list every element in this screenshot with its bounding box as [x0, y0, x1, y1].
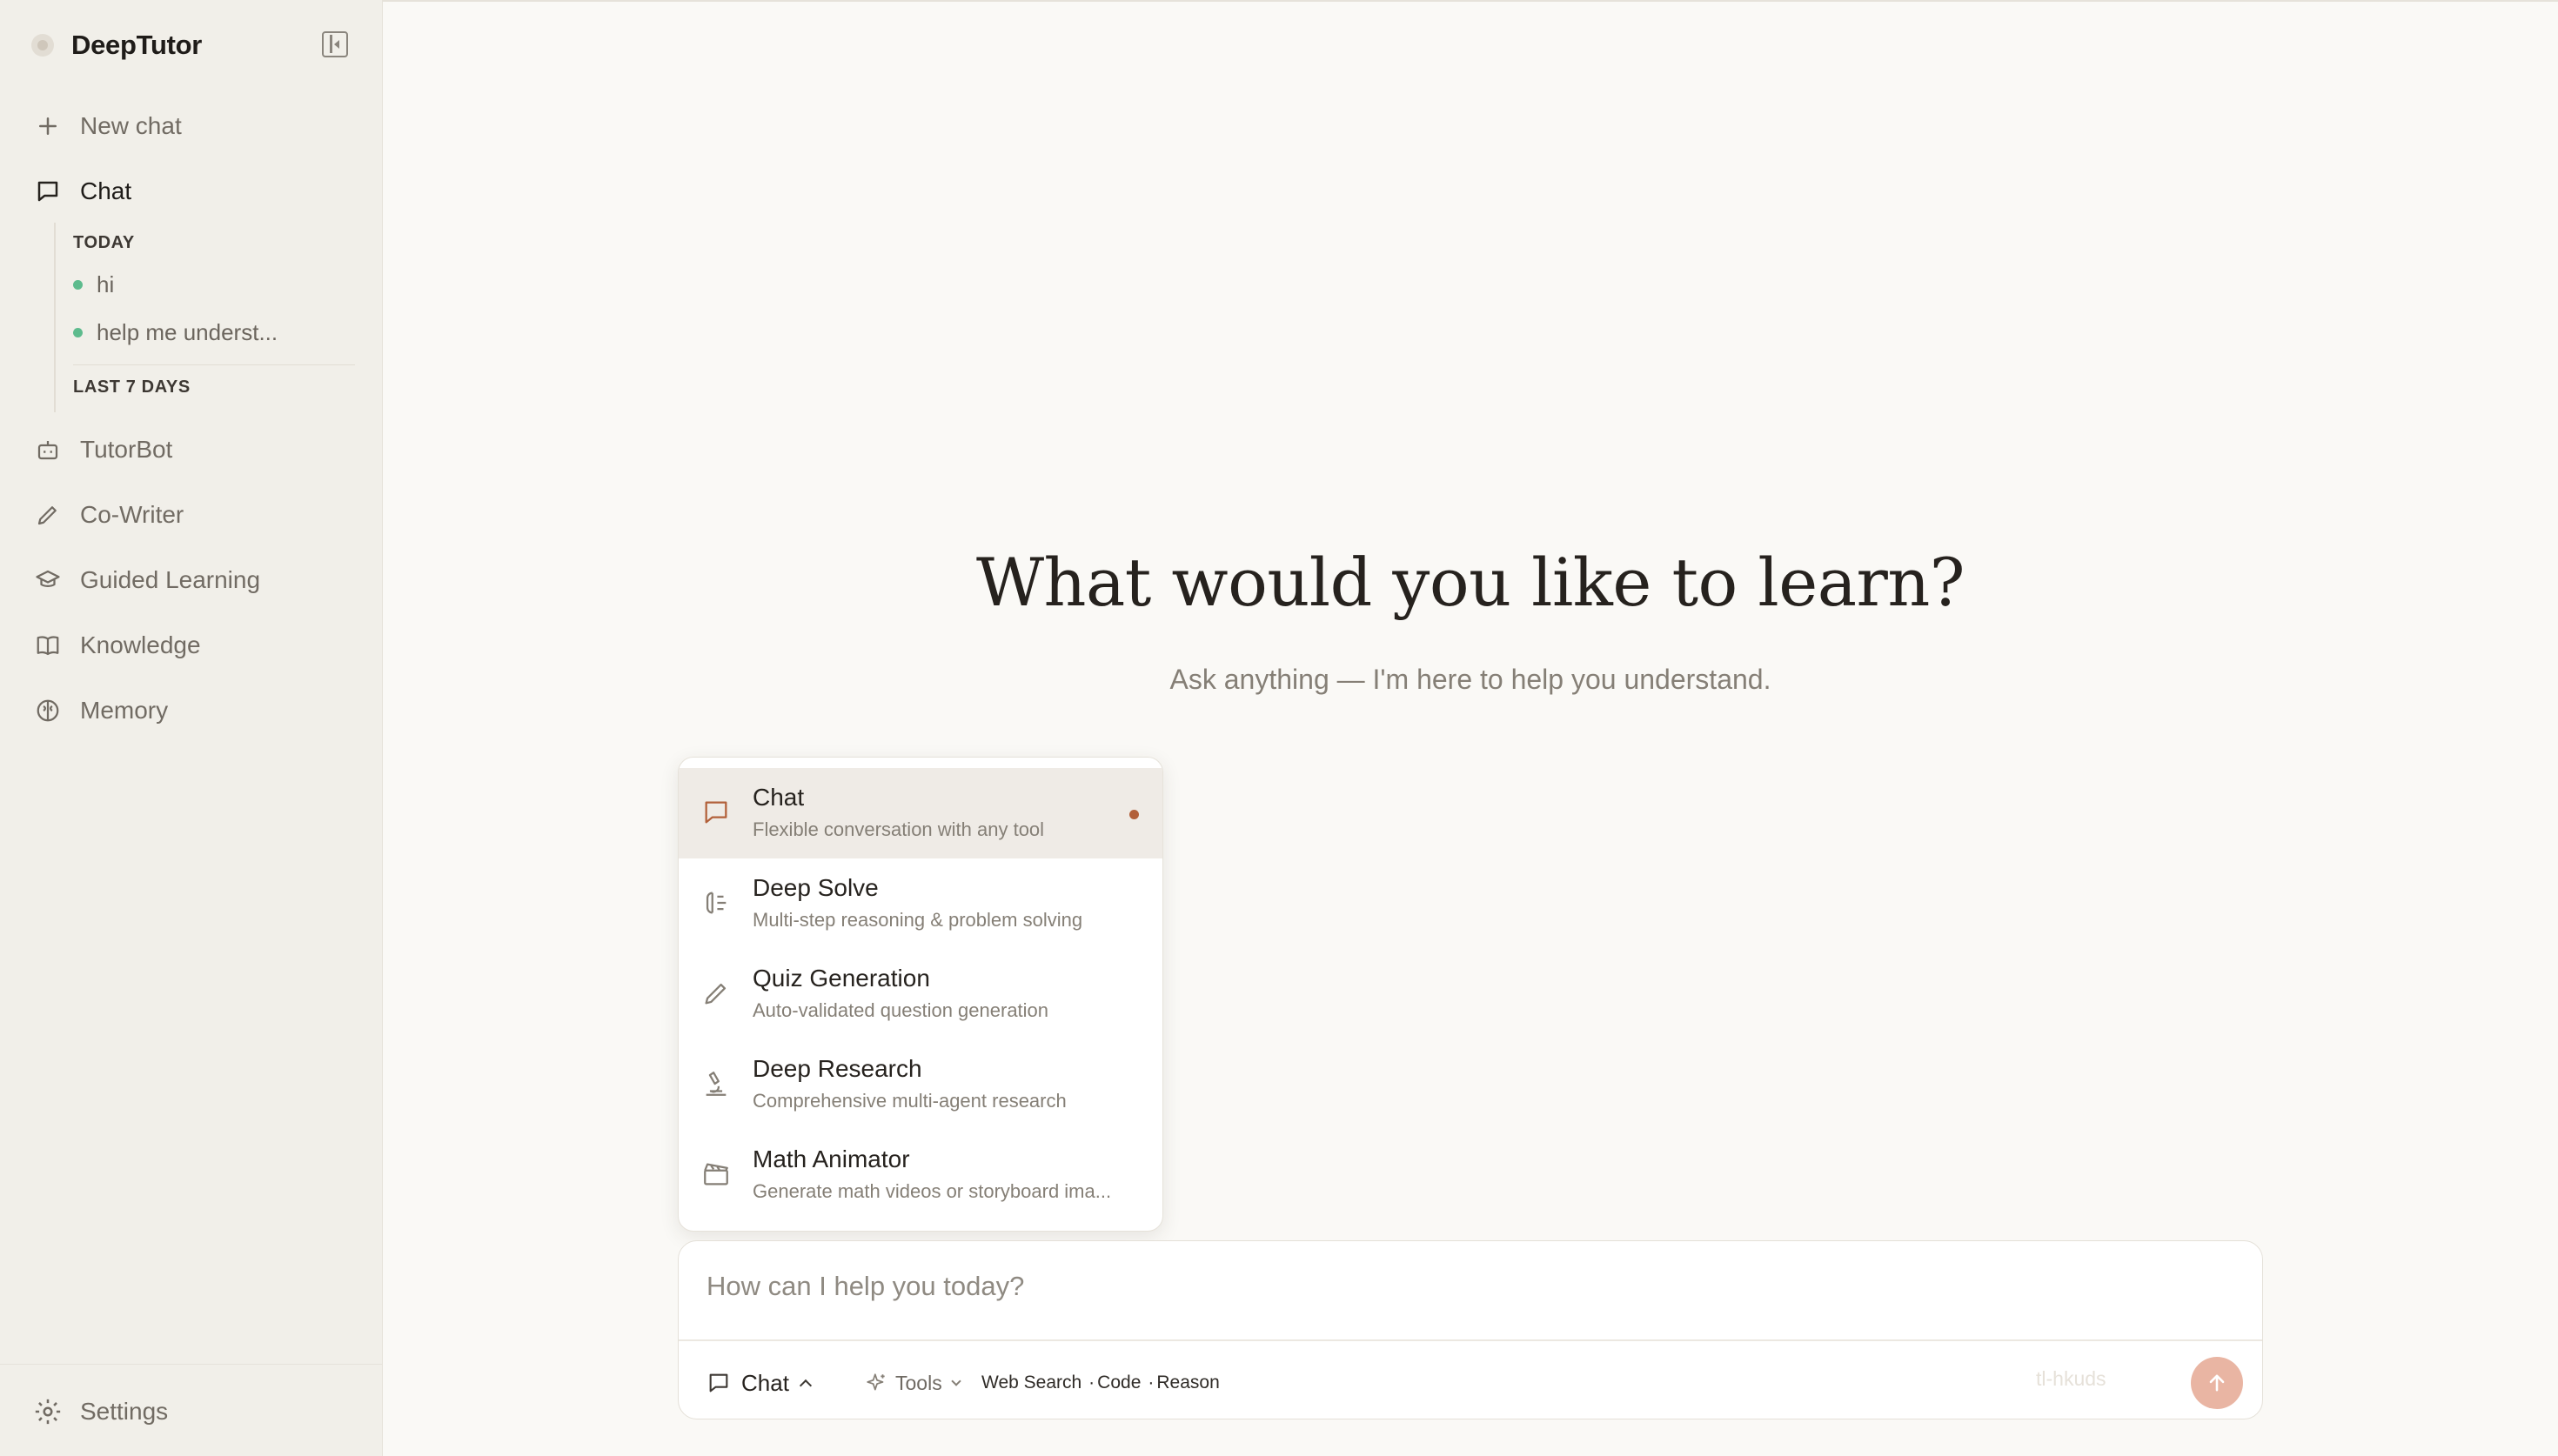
mode-dropdown: Chat Flexible conversation with any tool… [678, 757, 1163, 1232]
brand[interactable]: DeepTutor [31, 28, 202, 63]
robot-icon [33, 435, 63, 464]
history-group-last-7-days: LAST 7 DAYS [73, 377, 191, 397]
divider [73, 364, 355, 365]
gear-icon [33, 1397, 63, 1426]
mode-title: Deep Research [753, 1055, 922, 1082]
sidebar-item-label: Co-Writer [80, 501, 184, 528]
tool-chip: Web Search [981, 1373, 1082, 1393]
settings-button[interactable]: Settings [33, 1390, 168, 1433]
brain-icon [701, 888, 731, 918]
clapperboard-icon [701, 1159, 731, 1189]
sidebar: DeepTutor New chat Chat TODAY hi help me… [0, 0, 383, 1456]
chat-icon [709, 1373, 728, 1393]
brain-icon [33, 696, 63, 725]
settings-label: Settings [80, 1398, 169, 1425]
history-group-today: TODAY [73, 233, 135, 252]
chat-icon [701, 798, 731, 827]
message-input[interactable]: How can I help you today? [706, 1271, 1024, 1302]
mode-title: Deep Solve [753, 874, 879, 901]
divider [679, 1339, 2262, 1341]
sidebar-item-memory[interactable]: Memory [33, 689, 168, 732]
pencil-icon [701, 978, 731, 1008]
selected-indicator [1129, 810, 1139, 819]
pen-icon [33, 500, 63, 530]
chevron-down-icon [951, 1375, 961, 1386]
sparkles-icon [867, 1373, 885, 1391]
history-item-label: help me underst... [97, 319, 278, 345]
mode-option-quiz-generation[interactable]: Quiz Generation Auto-validated question … [679, 949, 1162, 1039]
status-dot [73, 280, 83, 290]
history-item-label: hi [97, 271, 115, 297]
mode-option-deep-research[interactable]: Deep Research Comprehensive multi-agent … [679, 1039, 1162, 1130]
page-subtitle: Ask anything — I'm here to help you unde… [1169, 664, 1771, 695]
sidebar-item-guided-learning[interactable]: Guided Learning [33, 558, 260, 602]
microscope-icon [701, 1069, 731, 1099]
mode-description: Comprehensive multi-agent research [753, 1090, 1067, 1112]
mode-description: Auto-validated question generation [753, 999, 1049, 1021]
mode-title: Math Animator [753, 1145, 910, 1172]
sidebar-item-tutorbot[interactable]: TutorBot [33, 428, 172, 471]
new-chat-button[interactable]: New chat [33, 104, 182, 148]
mode-selector-label: Chat [741, 1369, 789, 1396]
enabled-tools: Web Search Code Reason [981, 1366, 1220, 1400]
mode-selector-button[interactable]: Chat [706, 1366, 812, 1400]
sidebar-item-label: Memory [80, 697, 169, 724]
mode-title: Chat [753, 784, 805, 811]
mode-description: Generate math videos or storyboard ima..… [753, 1180, 1112, 1202]
graduation-cap-icon [33, 565, 63, 595]
tool-chip: Reason [1141, 1373, 1219, 1393]
mode-option-chat[interactable]: Chat Flexible conversation with any tool [679, 768, 1162, 858]
tool-chip: Code [1081, 1373, 1141, 1393]
model-hint: tl-hkuds [2036, 1367, 2106, 1390]
deeptutor-logo-icon [31, 34, 54, 57]
sidebar-item-label: TutorBot [80, 436, 173, 463]
sidebar-item-knowledge[interactable]: Knowledge [33, 624, 201, 667]
chevron-up-icon [799, 1379, 812, 1392]
arrow-up-icon [2209, 1374, 2225, 1392]
collapse-sidebar-icon[interactable] [322, 31, 348, 57]
new-chat-label: New chat [80, 112, 182, 139]
brand-name: DeepTutor [71, 30, 202, 60]
plus-icon [33, 111, 63, 141]
mode-description: Flexible conversation with any tool [753, 818, 1045, 840]
top-border [383, 0, 2558, 2]
sidebar-item-co-writer[interactable]: Co-Writer [33, 493, 184, 537]
divider [0, 1364, 383, 1365]
sidebar-item-label: Guided Learning [80, 566, 261, 593]
tools-label: Tools [895, 1371, 942, 1394]
chat-icon [33, 177, 63, 206]
sidebar-item-chat[interactable]: Chat [33, 170, 131, 213]
tools-button[interactable]: Tools [866, 1366, 961, 1400]
mode-option-deep-solve[interactable]: Deep Solve Multi-step reasoning & proble… [679, 858, 1162, 949]
sidebar-item-label: Chat [80, 177, 132, 204]
page-title: What would you like to learn? [975, 544, 1965, 621]
status-dot [73, 328, 83, 337]
history-item[interactable]: help me underst... [73, 319, 278, 346]
mode-title: Quiz Generation [753, 965, 930, 992]
mode-option-math-animator[interactable]: Math Animator Generate math videos or st… [679, 1130, 1162, 1220]
composer: How can I help you today? Chat Tools Web… [678, 1240, 2263, 1419]
send-button[interactable] [2191, 1357, 2243, 1409]
sidebar-item-label: Knowledge [80, 631, 201, 658]
mode-description: Multi-step reasoning & problem solving [753, 909, 1083, 931]
history-item[interactable]: hi [73, 271, 114, 298]
book-icon [33, 631, 63, 660]
chat-history: TODAY hi help me underst... LAST 7 DAYS [54, 223, 355, 412]
